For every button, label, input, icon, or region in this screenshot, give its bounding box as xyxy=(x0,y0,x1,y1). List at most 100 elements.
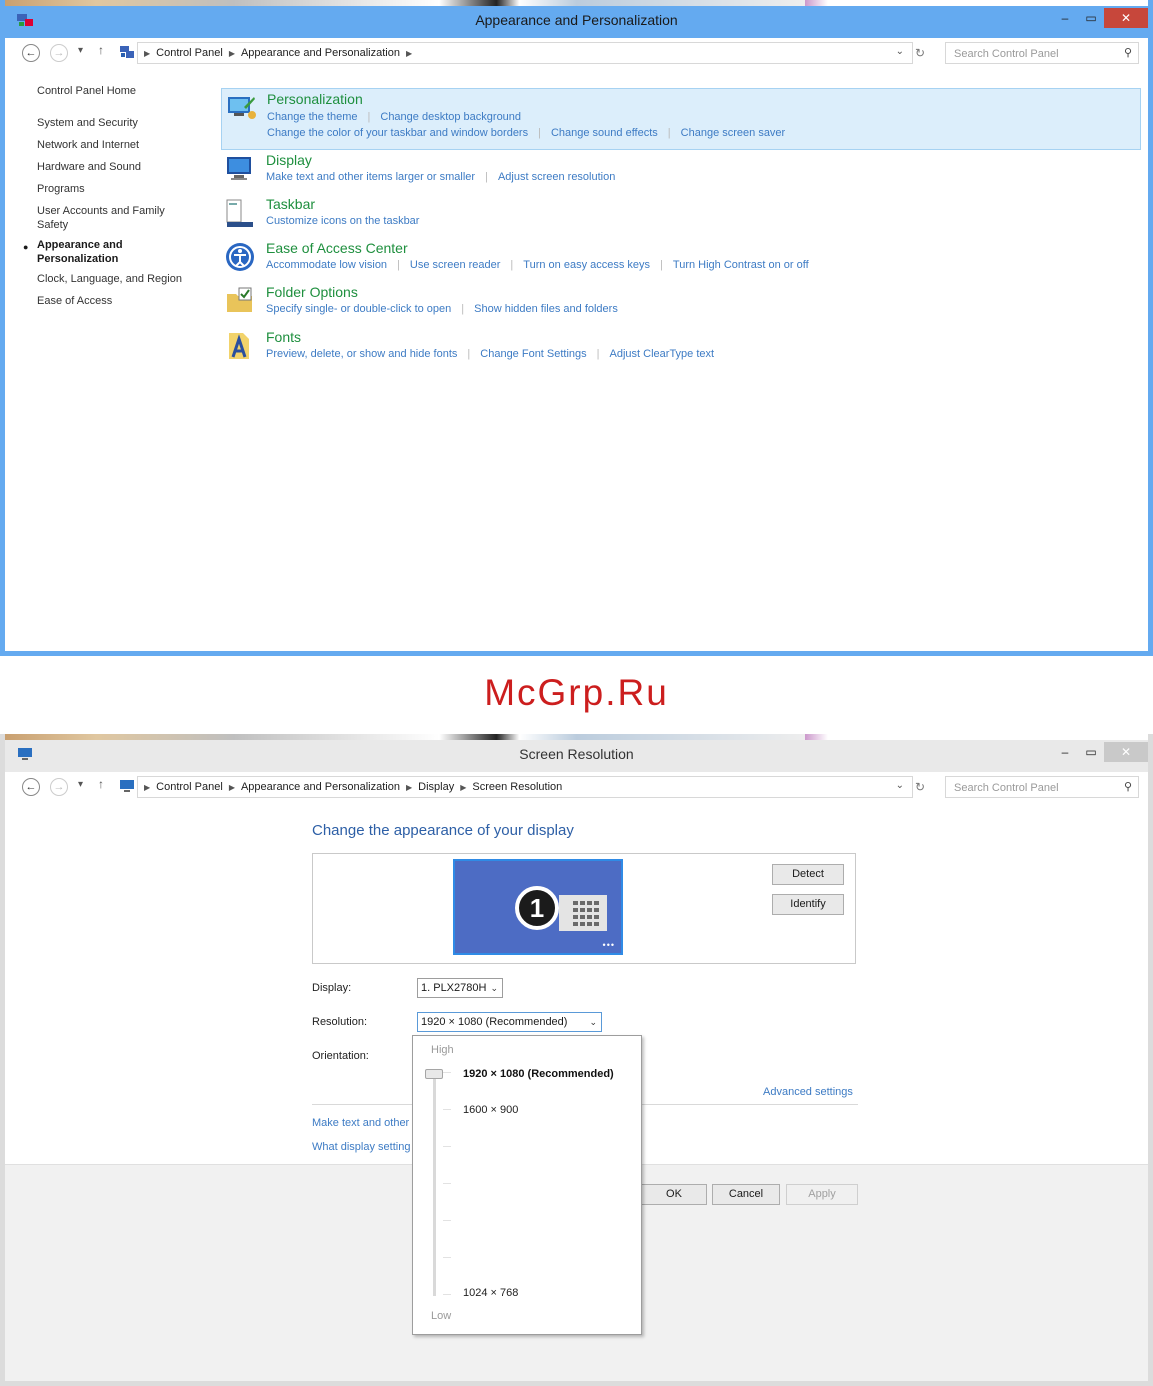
nav-clock-language[interactable]: Clock, Language, and Region xyxy=(37,272,192,286)
ok-button[interactable]: OK xyxy=(641,1184,707,1205)
resolution-slider-track[interactable] xyxy=(433,1072,436,1296)
fonts-icon xyxy=(229,333,249,359)
link-low-vision[interactable]: Accommodate low vision xyxy=(266,259,387,271)
advanced-settings-link[interactable]: Advanced settings xyxy=(763,1086,853,1098)
nav-appearance-active[interactable]: ● Appearance and Personalization xyxy=(23,238,147,266)
taskbar-title[interactable]: Taskbar xyxy=(266,196,315,212)
text-size-link[interactable]: Make text and other xyxy=(312,1117,409,1129)
breadcrumb-control-panel[interactable]: Control Panel xyxy=(156,47,223,59)
link-sound-effects[interactable]: Change sound effects xyxy=(551,127,658,139)
personalization-icon xyxy=(228,97,256,119)
ease-of-access-icon xyxy=(226,243,254,271)
resolution-dropdown: High 1920 × 1080 (Recommended) 1600 × 90… xyxy=(412,1035,642,1335)
search-icon[interactable]: ⚲ xyxy=(1124,46,1132,59)
detect-button[interactable]: Detect xyxy=(772,864,844,885)
nav-network-internet[interactable]: Network and Internet xyxy=(37,138,192,152)
maximize-button[interactable]: ▭ xyxy=(1078,8,1104,28)
chevron-down-icon: ⌄ xyxy=(490,983,498,993)
up-arrow-icon[interactable]: ↑ xyxy=(98,43,104,57)
link-customize-icons[interactable]: Customize icons on the taskbar xyxy=(266,215,419,227)
address-box[interactable]: ▶ Control Panel ▶ Appearance and Persona… xyxy=(137,776,913,798)
category-ease-of-access: Ease of Access Center Accommodate low vi… xyxy=(221,238,1141,282)
resolution-select[interactable]: 1920 × 1080 (Recommended) ⌄ xyxy=(417,1012,602,1032)
apply-button[interactable]: Apply xyxy=(786,1184,858,1205)
link-high-contrast[interactable]: Turn High Contrast on or off xyxy=(673,259,809,271)
personalization-title[interactable]: Personalization xyxy=(267,91,363,107)
monitor-grid-icon xyxy=(559,895,607,931)
breadcrumb-appearance[interactable]: Appearance and Personalization xyxy=(241,47,400,59)
nav-hardware-sound[interactable]: Hardware and Sound xyxy=(37,160,192,174)
search-icon[interactable]: ⚲ xyxy=(1124,780,1132,793)
maximize-button[interactable]: ▭ xyxy=(1078,742,1104,762)
nav-control-panel-home[interactable]: Control Panel Home xyxy=(37,84,192,98)
link-taskbar-color[interactable]: Change the color of your taskbar and win… xyxy=(267,127,528,139)
link-change-background[interactable]: Change desktop background xyxy=(380,111,521,123)
breadcrumb-display[interactable]: Display xyxy=(418,781,454,793)
display-settings-link[interactable]: What display setting xyxy=(312,1141,410,1153)
chevron-down-icon[interactable]: ⌄ xyxy=(896,46,904,57)
chevron-right-icon: ▶ xyxy=(228,48,235,58)
chevron-right-icon: ▶ xyxy=(405,782,413,792)
forward-arrow-icon[interactable]: → xyxy=(50,44,68,62)
link-cleartype[interactable]: Adjust ClearType text xyxy=(610,348,715,360)
display-title[interactable]: Display xyxy=(266,152,312,168)
up-arrow-icon[interactable]: ↑ xyxy=(98,777,104,791)
back-arrow-icon[interactable]: ← xyxy=(22,44,40,62)
folder-options-icon xyxy=(227,287,252,312)
minimize-button[interactable]: – xyxy=(1052,8,1078,28)
recent-pages-icon[interactable]: ▾ xyxy=(78,45,83,56)
title-bar[interactable]: Screen Resolution – ▭ ✕ xyxy=(5,734,1148,772)
nav-user-accounts[interactable]: User Accounts and Family Safety xyxy=(37,204,172,232)
recent-pages-icon[interactable]: ▾ xyxy=(78,779,83,790)
resolution-slider-thumb[interactable] xyxy=(425,1069,443,1079)
link-single-double-click[interactable]: Specify single- or double-click to open xyxy=(266,303,451,315)
page-heading: Change the appearance of your display xyxy=(312,822,574,839)
refresh-icon[interactable]: ↻ xyxy=(915,46,925,60)
display-select[interactable]: 1. PLX2780H ⌄ xyxy=(417,978,503,998)
link-text-size[interactable]: Make text and other items larger or smal… xyxy=(266,171,475,183)
display-value: 1. PLX2780H xyxy=(421,982,487,994)
identify-button[interactable]: Identify xyxy=(772,894,844,915)
breadcrumb-control-panel[interactable]: Control Panel xyxy=(156,781,223,793)
appearance-window: Appearance and Personalization – ▭ ✕ ← →… xyxy=(0,0,1153,656)
monitor-1[interactable]: 1 ••• xyxy=(453,859,623,955)
ease-of-access-title[interactable]: Ease of Access Center xyxy=(266,240,408,256)
title-bar[interactable]: Appearance and Personalization – ▭ ✕ xyxy=(5,0,1148,38)
link-font-settings[interactable]: Change Font Settings xyxy=(480,348,586,360)
cancel-button[interactable]: Cancel xyxy=(712,1184,780,1205)
window-title: Screen Resolution xyxy=(519,746,634,762)
link-change-theme[interactable]: Change the theme xyxy=(267,111,358,123)
folder-options-title[interactable]: Folder Options xyxy=(266,284,358,300)
forward-arrow-icon[interactable]: → xyxy=(50,778,68,796)
link-screen-saver[interactable]: Change screen saver xyxy=(681,127,786,139)
link-preview-fonts[interactable]: Preview, delete, or show and hide fonts xyxy=(266,348,457,360)
option-1024x768[interactable]: 1024 × 768 xyxy=(463,1287,518,1299)
fonts-title[interactable]: Fonts xyxy=(266,329,301,345)
link-hidden-files[interactable]: Show hidden files and folders xyxy=(474,303,618,315)
close-button[interactable]: ✕ xyxy=(1104,742,1148,762)
address-box[interactable]: ▶ Control Panel ▶ Appearance and Persona… xyxy=(137,42,913,64)
minimize-button[interactable]: – xyxy=(1052,742,1078,762)
link-screen-reader[interactable]: Use screen reader xyxy=(410,259,501,271)
link-screen-resolution[interactable]: Adjust screen resolution xyxy=(498,171,615,183)
search-box[interactable]: ⚲ xyxy=(945,776,1139,798)
high-label: High xyxy=(431,1044,454,1056)
breadcrumb-appearance[interactable]: Appearance and Personalization xyxy=(241,781,400,793)
nav-system-security[interactable]: System and Security xyxy=(37,116,192,130)
breadcrumb-screen-resolution[interactable]: Screen Resolution xyxy=(472,781,562,793)
refresh-icon[interactable]: ↻ xyxy=(915,780,925,794)
search-input[interactable] xyxy=(952,44,1116,64)
option-1920x1080[interactable]: 1920 × 1080 (Recommended) xyxy=(463,1068,614,1080)
desktop-strip xyxy=(5,0,1148,6)
chevron-right-icon: ▶ xyxy=(405,48,413,58)
search-box[interactable]: ⚲ xyxy=(945,42,1139,64)
nav-programs[interactable]: Programs xyxy=(37,182,192,196)
category-display: Display Make text and other items larger… xyxy=(221,150,1141,194)
nav-ease-of-access[interactable]: Ease of Access xyxy=(37,294,192,308)
back-arrow-icon[interactable]: ← xyxy=(22,778,40,796)
chevron-down-icon[interactable]: ⌄ xyxy=(896,780,904,791)
option-1600x900[interactable]: 1600 × 900 xyxy=(463,1104,518,1116)
search-input[interactable] xyxy=(952,778,1116,798)
link-access-keys[interactable]: Turn on easy access keys xyxy=(523,259,650,271)
close-button[interactable]: ✕ xyxy=(1104,8,1148,28)
